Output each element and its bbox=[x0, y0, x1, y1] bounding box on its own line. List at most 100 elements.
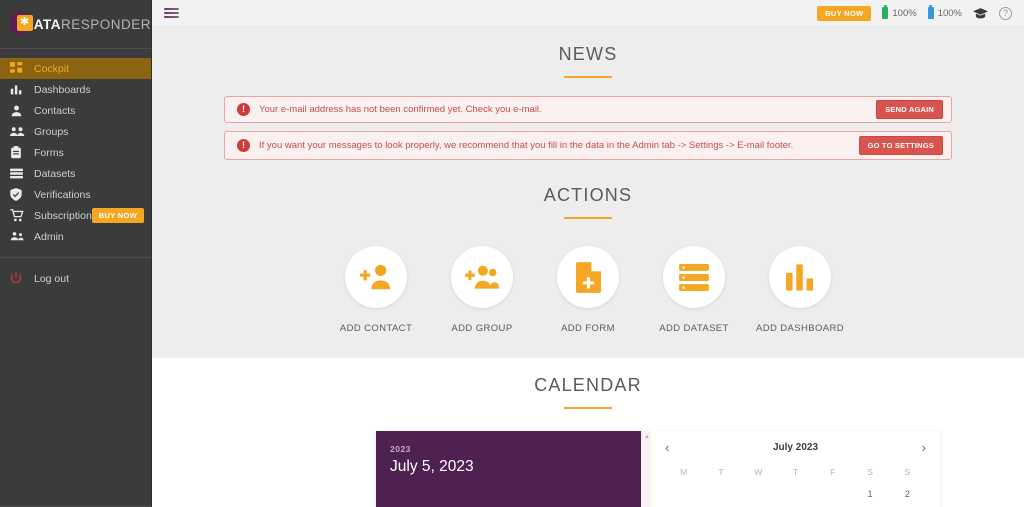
exclamation-icon: ! bbox=[237, 139, 250, 152]
sidebar-buy-now-button[interactable]: BUY NOW bbox=[91, 208, 144, 223]
app-root: ✱ DATARESPONDER Cockpit Dashboards Conta bbox=[0, 0, 1024, 507]
alert-message: If you want your messages to look proper… bbox=[259, 140, 794, 151]
sidebar-item-label: Datasets bbox=[34, 167, 76, 180]
sidebar-item-label: Cockpit bbox=[34, 62, 70, 75]
quota-meter-blue: 100% bbox=[927, 5, 962, 19]
cart-icon bbox=[10, 209, 34, 222]
bar-chart-icon bbox=[10, 83, 34, 96]
sidebar-item-label: Groups bbox=[34, 125, 69, 138]
action-add-dataset[interactable]: ADD DATASET bbox=[646, 246, 742, 334]
calendar-day[interactable] bbox=[814, 483, 851, 505]
calendar-day[interactable]: 2 bbox=[889, 483, 926, 505]
topbar-buy-now-button[interactable]: BUY NOW bbox=[817, 5, 872, 21]
calendar-month-title: July 2023 bbox=[772, 442, 819, 453]
sidebar-divider-logout bbox=[0, 257, 151, 258]
graduation-cap-icon[interactable] bbox=[973, 7, 988, 19]
calendar-week-row: 1 2 bbox=[665, 483, 926, 505]
calendar-selected-date: July 5, 2023 bbox=[390, 458, 474, 475]
star-icon: ✱ bbox=[20, 16, 30, 28]
sidebar-item-forms[interactable]: Forms bbox=[0, 142, 151, 163]
power-icon bbox=[10, 272, 34, 285]
admin-people-icon bbox=[10, 230, 34, 243]
calendar-day[interactable] bbox=[702, 483, 739, 505]
battery-green-icon bbox=[882, 5, 889, 19]
top-bar-right: BUY NOW 100% 100% ? bbox=[817, 5, 1012, 21]
calendar-grid: M T W T F S S 1 2 bbox=[665, 461, 926, 507]
calendar-day[interactable] bbox=[777, 483, 814, 505]
calendar-title-underline bbox=[564, 407, 612, 409]
quota-blue-value: 100% bbox=[937, 7, 962, 19]
sidebar-item-subscription[interactable]: Subscription BUY NOW bbox=[0, 205, 151, 226]
calendar-day[interactable]: 1 bbox=[851, 483, 888, 505]
action-label: ADD DASHBOARD bbox=[755, 323, 845, 334]
day-header: T bbox=[792, 467, 799, 477]
person-add-icon bbox=[345, 246, 407, 308]
calendar-widget: 2023 July 5, 2023 ▲ ‹ July 2023 › M T W … bbox=[376, 431, 940, 507]
sidebar-item-label: Admin bbox=[34, 230, 64, 243]
logo-text-light: RESPONDER bbox=[60, 16, 151, 32]
grid-icon bbox=[10, 62, 34, 75]
calendar-panel: CALENDAR 2023 July 5, 2023 ▲ ‹ July 2023… bbox=[152, 358, 1024, 507]
calendar-scrollbar[interactable]: ▲ bbox=[641, 431, 651, 507]
shield-check-icon bbox=[10, 188, 34, 201]
calendar-day[interactable] bbox=[665, 483, 702, 505]
file-add-icon bbox=[557, 246, 619, 308]
sidebar-item-contacts[interactable]: Contacts bbox=[0, 100, 151, 121]
person-icon bbox=[10, 104, 34, 117]
calendar-selected-year: 2023 bbox=[390, 444, 411, 454]
sidebar-item-admin[interactable]: Admin bbox=[0, 226, 151, 247]
help-circle-icon[interactable]: ? bbox=[999, 6, 1012, 20]
scroll-up-icon[interactable]: ▲ bbox=[644, 434, 650, 440]
day-header: M bbox=[680, 467, 688, 477]
sidebar-item-dashboards[interactable]: Dashboards bbox=[0, 79, 151, 100]
alert-message: Your e-mail address has not been confirm… bbox=[259, 104, 542, 115]
alert-email-unconfirmed: ! Your e-mail address has not been confi… bbox=[224, 96, 952, 123]
sidebar-item-label: Log out bbox=[34, 272, 70, 285]
quota-meter-green: 100% bbox=[882, 5, 917, 19]
clipboard-icon bbox=[10, 146, 34, 159]
go-to-settings-button[interactable]: GO TO SETTINGS bbox=[858, 136, 943, 155]
chevron-right-icon[interactable]: › bbox=[910, 440, 926, 455]
sidebar-item-cockpit[interactable]: Cockpit bbox=[0, 58, 151, 79]
calendar-day-headers: M T W T F S S bbox=[665, 461, 926, 483]
news-section-title: NEWS bbox=[558, 44, 618, 64]
sidebar-item-label: Verifications bbox=[34, 188, 91, 201]
action-add-contact[interactable]: ADD CONTACT bbox=[328, 246, 424, 334]
alert-email-footer: ! If you want your messages to look prop… bbox=[224, 131, 952, 160]
action-label: ADD DATASET bbox=[659, 323, 729, 334]
battery-blue-icon bbox=[927, 5, 934, 19]
sidebar-item-label: Subscription bbox=[34, 209, 92, 222]
gray-panel: NEWS ! Your e-mail address has not been … bbox=[152, 27, 1024, 358]
top-bar: BUY NOW 100% 100% ? bbox=[152, 0, 1024, 27]
logo-text: DATARESPONDER bbox=[23, 17, 151, 32]
calendar-month-view: ‹ July 2023 › M T W T F S S 1 2 bbox=[651, 431, 940, 507]
hamburger-icon[interactable] bbox=[164, 6, 179, 20]
news-alert-list: ! Your e-mail address has not been confi… bbox=[152, 78, 1024, 160]
send-again-button[interactable]: SEND AGAIN bbox=[876, 100, 943, 119]
actions-section-title: ACTIONS bbox=[543, 185, 633, 205]
chevron-left-icon[interactable]: ‹ bbox=[665, 440, 681, 455]
quota-green-value: 100% bbox=[892, 7, 917, 19]
app-logo[interactable]: ✱ DATARESPONDER bbox=[0, 0, 151, 48]
sidebar-item-groups[interactable]: Groups bbox=[0, 121, 151, 142]
sidebar-item-label: Forms bbox=[34, 146, 64, 159]
sidebar-item-verifications[interactable]: Verifications bbox=[0, 184, 151, 205]
action-add-form[interactable]: ADD FORM bbox=[540, 246, 636, 334]
logo-mark-icon: ✱ bbox=[10, 11, 33, 37]
sidebar: ✱ DATARESPONDER Cockpit Dashboards Conta bbox=[0, 0, 152, 507]
bar-chart-icon bbox=[769, 246, 831, 308]
sidebar-item-datasets[interactable]: Datasets bbox=[0, 163, 151, 184]
action-label: ADD GROUP bbox=[451, 323, 513, 334]
people-icon bbox=[10, 125, 34, 138]
list-icon bbox=[10, 167, 34, 180]
group-add-icon bbox=[451, 246, 513, 308]
calendar-section-title: CALENDAR bbox=[534, 375, 642, 395]
calendar-day[interactable] bbox=[740, 483, 777, 505]
exclamation-icon: ! bbox=[237, 103, 250, 116]
action-add-dashboard[interactable]: ADD DASHBOARD bbox=[752, 246, 848, 334]
day-header: S bbox=[904, 467, 911, 477]
sidebar-item-logout[interactable]: Log out bbox=[0, 268, 151, 289]
day-header: S bbox=[867, 467, 873, 477]
day-header: F bbox=[830, 467, 836, 477]
action-add-group[interactable]: ADD GROUP bbox=[434, 246, 530, 334]
